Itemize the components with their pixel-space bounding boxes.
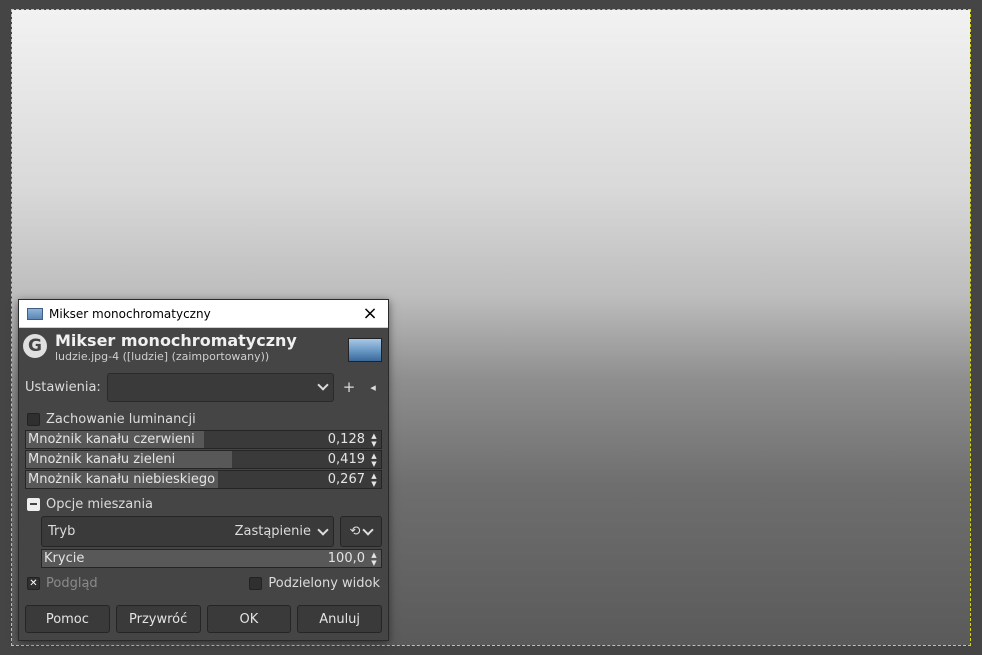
spinscale-value: 100,0	[327, 551, 365, 566]
preview-row: ✕ Podgląd Podzielony widok	[19, 573, 388, 593]
blending-options-label: Opcje mieszania	[46, 496, 154, 512]
close-icon[interactable]: ×	[360, 304, 380, 323]
settings-row: Ustawienia: + ◂	[19, 371, 388, 403]
reset-button[interactable]: Przywróć	[115, 605, 201, 633]
dialog-buttons: Pomoc Przywróć OK Anuluj	[19, 605, 388, 633]
spin-arrows-icon[interactable]: ▲ ▼	[369, 452, 379, 468]
blend-mode-label: Tryb	[48, 524, 76, 539]
preset-menu-icon[interactable]: ◂	[364, 381, 382, 394]
spinscale-label: Mnożnik kanału czerwieni	[28, 432, 195, 447]
dialog-header: G Mikser monochromatyczny ludzie.jpg-4 (…	[19, 328, 388, 368]
cancel-button[interactable]: Anuluj	[297, 605, 382, 633]
spin-arrows-icon[interactable]: ▲ ▼	[369, 472, 379, 488]
blend-mode-row: Tryb Zastąpienie ⟲	[41, 516, 382, 547]
image-thumbnail	[348, 338, 382, 362]
preserve-luminosity-checkbox[interactable]	[27, 412, 40, 426]
spinscale-label: Mnożnik kanału niebieskiego	[28, 472, 216, 487]
settings-label: Ustawienia:	[25, 379, 101, 395]
chevron-down-icon	[317, 523, 329, 536]
split-view-toggle[interactable]: Podzielony widok	[249, 576, 380, 591]
spinscale-value: 0,419	[327, 452, 365, 467]
chevron-down-icon	[317, 379, 329, 391]
split-view-checkbox[interactable]	[249, 576, 263, 590]
ok-button[interactable]: OK	[206, 605, 292, 633]
preserve-luminosity-label: Zachowanie luminancji	[46, 411, 196, 427]
spin-arrows-icon[interactable]: ▲ ▼	[369, 551, 379, 567]
dialog-heading: Mikser monochromatyczny	[55, 331, 297, 350]
preview-toggle[interactable]: ✕ Podgląd	[27, 576, 249, 591]
dialog-titlebar[interactable]: Mikser monochromatyczny ×	[19, 300, 388, 328]
blend-mode-value: Zastąpienie	[234, 524, 311, 539]
collapse-icon[interactable]	[27, 497, 40, 511]
spinscale-value: 0,128	[327, 432, 365, 447]
cycle-icon: ⟲	[349, 524, 361, 539]
settings-combo[interactable]	[107, 372, 334, 402]
green-channel-spinscale[interactable]: Mnożnik kanału zieleni 0,419 ▲ ▼	[25, 450, 382, 469]
composite-mode-button[interactable]: ⟲	[340, 516, 382, 547]
spin-arrows-icon[interactable]: ▲ ▼	[369, 432, 379, 448]
preserve-luminosity-row[interactable]: Zachowanie luminancji	[19, 409, 388, 429]
gimp-logo-icon: G	[23, 334, 47, 358]
window-title: Mikser monochromatyczny	[49, 306, 211, 321]
mono-mixer-dialog: Mikser monochromatyczny × G Mikser monoc…	[18, 299, 389, 641]
image-info: ludzie.jpg-4 ([ludzie] (zaimportowany))	[55, 350, 270, 363]
blending-options-header[interactable]: Opcje mieszania	[19, 494, 388, 514]
spinscale-value: 0,267	[327, 472, 365, 487]
preview-checkbox[interactable]: ✕	[27, 576, 40, 590]
red-channel-spinscale[interactable]: Mnożnik kanału czerwieni 0,128 ▲ ▼	[25, 430, 382, 449]
preview-label: Podgląd	[46, 575, 98, 591]
app-icon	[27, 307, 43, 320]
add-preset-icon[interactable]: +	[340, 378, 358, 396]
blend-mode-combo[interactable]: Tryb Zastąpienie	[41, 516, 334, 547]
blue-channel-spinscale[interactable]: Mnożnik kanału niebieskiego 0,267 ▲ ▼	[25, 470, 382, 489]
chevron-down-icon	[362, 523, 375, 536]
spinscale-label: Mnożnik kanału zieleni	[28, 452, 176, 467]
opacity-spinscale[interactable]: Krycie 100,0 ▲ ▼	[41, 549, 382, 568]
split-view-label: Podzielony widok	[268, 575, 380, 591]
spinscale-label: Krycie	[44, 551, 85, 566]
help-button[interactable]: Pomoc	[25, 605, 110, 633]
